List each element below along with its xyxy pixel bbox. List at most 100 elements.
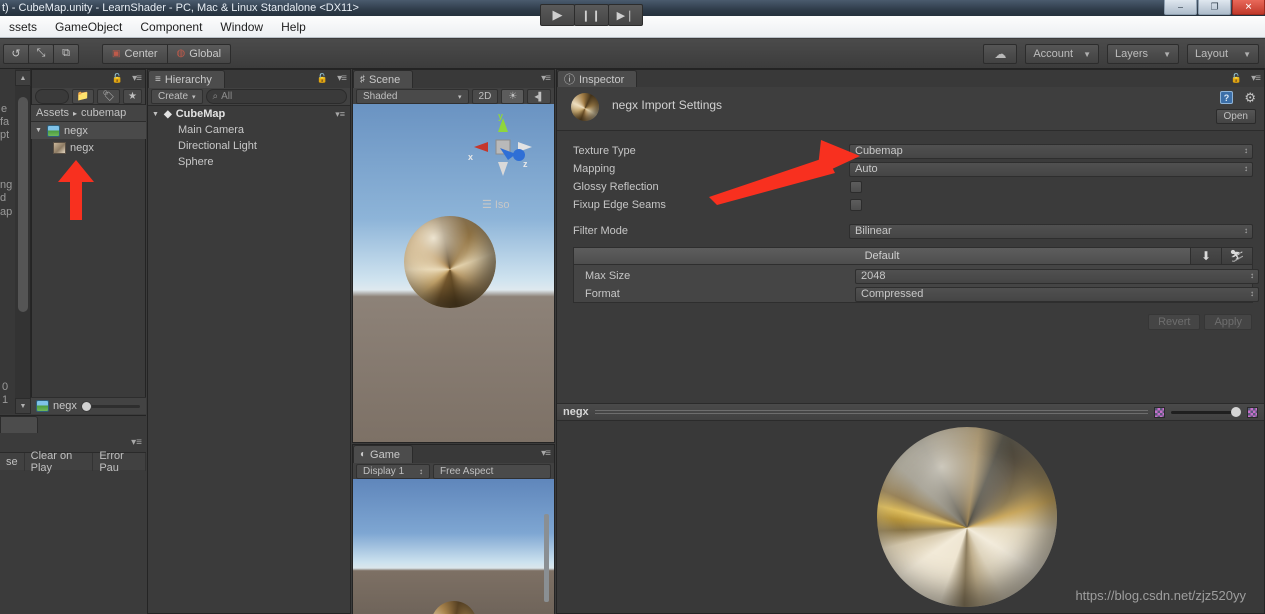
minimize-button[interactable]: –: [1164, 0, 1197, 15]
breadcrumb-separator-icon: ▸: [73, 108, 78, 118]
icon-size-slider[interactable]: [80, 400, 140, 412]
format-dropdown[interactable]: Compressed ↕: [855, 286, 1259, 302]
scroll-down-button[interactable]: ▼: [15, 398, 31, 414]
create-gameobject-button[interactable]: Create ▾: [151, 89, 203, 104]
scene-sphere-object[interactable]: [404, 216, 496, 308]
platform-tab-default[interactable]: Default: [573, 247, 1191, 265]
scene-context-menu-icon[interactable]: ▾≡: [335, 109, 345, 120]
slider-knob[interactable]: [80, 400, 92, 412]
preview-viewport[interactable]: https://blog.csdn.net/zjz520yy: [557, 421, 1264, 613]
tab-inspector[interactable]: ⓘ Inspector: [557, 70, 638, 88]
asset-row-negx-texture[interactable]: negx: [31, 139, 146, 156]
project-panel-menu-icon[interactable]: ▾≡: [132, 73, 142, 84]
menu-item-gameobject[interactable]: GameObject: [46, 18, 131, 36]
account-dropdown[interactable]: Account ▼: [1025, 44, 1099, 64]
menu-item-window[interactable]: Window: [211, 18, 272, 36]
mapping-dropdown[interactable]: Auto ↕: [849, 161, 1253, 177]
display-dropdown[interactable]: Display 1 ↕: [356, 464, 430, 479]
revert-button[interactable]: Revert: [1148, 314, 1201, 330]
hierarchy-scene-root[interactable]: ▼ ◆ CubeMap ▾≡: [148, 106, 350, 122]
maximize-button[interactable]: ❐: [1198, 0, 1231, 15]
layout-dropdown[interactable]: Layout ▼: [1187, 44, 1259, 64]
lock-icon[interactable]: 🔓: [317, 73, 328, 84]
scale-tool-button[interactable]: ⤡: [28, 43, 54, 64]
game-tabrow: ◐ Game ▾≡: [353, 445, 554, 463]
asset-row-negx-cubemap[interactable]: ▼ negx: [31, 122, 146, 139]
game-panel-menu-icon[interactable]: ▾≡: [541, 448, 551, 459]
console-clear-on-play-button[interactable]: Clear on Play: [25, 450, 94, 474]
console-error-pause-button[interactable]: Error Pau: [93, 450, 146, 474]
scene-projection-toggle[interactable]: ☰ Iso: [482, 198, 510, 212]
cubemap-preview-sphere[interactable]: [877, 427, 1058, 607]
pivot-mode-button[interactable]: ▣ Center: [102, 43, 168, 64]
tab-hierarchy[interactable]: ≡ Hierarchy: [148, 70, 225, 88]
project-tree-scrollbar[interactable]: [15, 69, 31, 414]
aspect-dropdown[interactable]: Free Aspect: [433, 464, 551, 479]
texture-type-dropdown[interactable]: Cubemap ↕: [849, 143, 1253, 159]
scene-view-gizmo[interactable]: [470, 114, 536, 180]
menu-item-help[interactable]: Help: [272, 18, 315, 36]
hierarchy-item-sphere[interactable]: Sphere: [148, 154, 350, 170]
scene-panel-menu-icon[interactable]: ▾≡: [541, 73, 551, 84]
help-icon[interactable]: ?: [1220, 91, 1233, 104]
scrollbar-thumb[interactable]: [18, 97, 28, 312]
create-asset-button[interactable]: 📁: [71, 88, 95, 104]
tab-game[interactable]: ◐ Game: [353, 445, 414, 463]
chevron-down-icon: ▾: [458, 93, 462, 101]
console-tab[interactable]: [0, 416, 38, 433]
favorite-filter-button[interactable]: ★: [123, 88, 142, 104]
chevron-down-icon[interactable]: ▼: [35, 127, 43, 134]
step-button[interactable]: ▶❘: [608, 4, 643, 26]
project-object-slot[interactable]: negx: [31, 397, 146, 414]
cloud-services-button[interactable]: ☁: [983, 44, 1018, 64]
slider-knob[interactable]: [1231, 406, 1241, 417]
toggle-lighting-button[interactable]: ☀: [501, 89, 525, 104]
platform-tab-android[interactable]: ⛷: [1222, 247, 1253, 265]
gear-icon[interactable]: ⚙: [1244, 91, 1256, 104]
tab-scene[interactable]: ♯ Scene: [353, 70, 414, 88]
menu-item-component[interactable]: Component: [131, 18, 211, 36]
breadcrumb-cubemap[interactable]: cubemap: [81, 107, 126, 119]
apply-button[interactable]: Apply: [1204, 314, 1252, 330]
mip-level-slider[interactable]: [1171, 406, 1241, 417]
glossy-reflection-checkbox[interactable]: [850, 181, 862, 193]
layers-dropdown[interactable]: Layers ▼: [1107, 44, 1179, 64]
breadcrumb-assets[interactable]: Assets: [36, 107, 69, 119]
lock-icon[interactable]: 🔓: [112, 73, 123, 84]
toggle-2d-button[interactable]: 2D: [471, 89, 499, 104]
rect-tool-button[interactable]: ⧉: [53, 43, 79, 64]
hierarchy-item-main-camera[interactable]: Main Camera: [148, 122, 350, 138]
open-button[interactable]: Open: [1215, 109, 1256, 124]
rotate-tool-button[interactable]: ↺: [3, 43, 29, 64]
mip-level-icon[interactable]: [1154, 406, 1165, 418]
game-view-scrollbar[interactable]: [544, 514, 549, 602]
platform-tab-standalone[interactable]: ⬇: [1191, 247, 1222, 265]
close-button[interactable]: ✕: [1232, 0, 1265, 15]
filter-mode-dropdown[interactable]: Bilinear ↕: [849, 223, 1253, 239]
project-search-input[interactable]: [35, 88, 69, 104]
hierarchy-item-directional-light[interactable]: Directional Light: [148, 138, 350, 154]
label-filter-button[interactable]: 🏷: [97, 88, 121, 104]
pivot-rotation-button[interactable]: ◍ Global: [166, 43, 232, 64]
maximize-icon: ❐: [1210, 1, 1219, 12]
alpha-channel-icon[interactable]: [1247, 406, 1258, 418]
toggle-audio-button[interactable]: ◂▌: [527, 89, 551, 104]
fixup-edge-seams-checkbox[interactable]: [850, 199, 862, 211]
console-menu-icon[interactable]: ▾≡: [131, 437, 142, 448]
scroll-up-button[interactable]: ▲: [15, 70, 31, 86]
inspector-panel-menu-icon[interactable]: ▾≡: [1251, 73, 1261, 84]
chevron-down-icon[interactable]: ▼: [152, 111, 160, 118]
asset-label: negx: [70, 141, 94, 154]
game-viewport[interactable]: [353, 479, 554, 614]
console-clear-truncated[interactable]: se: [0, 452, 25, 471]
property-format: Format Compressed ↕: [574, 285, 1259, 303]
account-label: Account: [1033, 48, 1074, 60]
lock-icon[interactable]: 🔓: [1231, 73, 1242, 84]
max-size-dropdown[interactable]: 2048 ↕: [855, 268, 1259, 284]
pause-button[interactable]: ❙❙: [574, 4, 609, 26]
play-button[interactable]: ▶: [540, 4, 575, 26]
hierarchy-search-input[interactable]: ⌕ All: [205, 89, 347, 104]
hierarchy-panel-menu-icon[interactable]: ▾≡: [337, 73, 347, 84]
menu-item-assets[interactable]: ssets: [0, 18, 46, 36]
shading-mode-dropdown[interactable]: Shaded ▾: [356, 89, 469, 104]
